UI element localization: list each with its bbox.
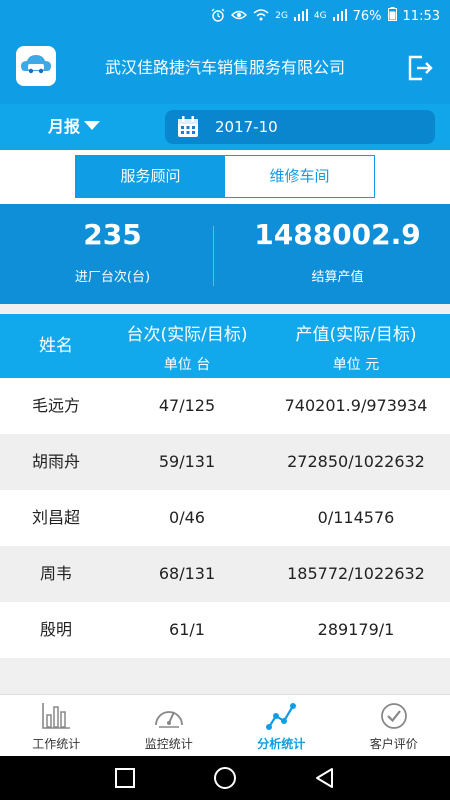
cell-name: 毛远方 <box>31 396 80 415</box>
check-circle-icon <box>380 703 407 729</box>
nav-analysis-stats[interactable]: 分析统计 <box>225 695 338 756</box>
cell-count: 0/46 <box>169 508 205 527</box>
table-header: 姓名 台次(实际/目标) 单位 台 产值(实际/目标) 单位 元 <box>0 314 450 378</box>
back-triangle-icon[interactable] <box>313 766 337 790</box>
entries-label: 进厂台次(台) <box>74 270 151 285</box>
cell-count: 61/1 <box>169 620 205 639</box>
period-selector[interactable]: 月报 <box>48 104 101 150</box>
logout-button[interactable] <box>406 54 434 82</box>
cell-name: 刘昌超 <box>31 508 80 527</box>
date-value: 2017-10 <box>215 118 278 136</box>
table-row[interactable]: 周韦 68/131 185772/1022632 <box>0 546 450 602</box>
nav-monitor-stats[interactable]: 监控统计 <box>113 695 226 756</box>
filter-bar: 月报 2017-10 <box>0 104 450 150</box>
alarm-icon <box>211 8 225 25</box>
network-type-1: 2G <box>275 11 288 21</box>
cell-name: 殷明 <box>39 620 72 639</box>
header-value: 产值(实际/目标) <box>295 325 417 345</box>
caret-down-icon <box>84 121 101 130</box>
gauge-icon <box>154 711 183 728</box>
cell-value: 272850/1022632 <box>287 452 425 471</box>
wifi-icon <box>253 8 269 24</box>
table-row[interactable]: 毛远方 47/125 740201.9/973934 <box>0 378 450 434</box>
app-bar: 武汉佳路捷汽车销售服务有限公司 <box>0 32 450 104</box>
bottom-nav: 工作统计 监控统计 分析统计 客户评价 <box>0 694 450 756</box>
table-row[interactable]: 殷明 61/1 289179/1 <box>0 602 450 658</box>
nav-label: 分析统计 <box>257 737 306 751</box>
home-circle-icon[interactable] <box>213 766 237 790</box>
calendar-icon <box>178 116 198 137</box>
summary-panel: 235 进厂台次(台) 1488002.9 结算产值 <box>0 204 450 304</box>
nav-label: 客户评价 <box>369 737 418 751</box>
cell-value: 185772/1022632 <box>287 564 425 583</box>
cell-value: 740201.9/973934 <box>284 396 428 415</box>
cell-value: 0/114576 <box>317 508 395 527</box>
nav-work-stats[interactable]: 工作统计 <box>0 695 113 756</box>
eye-icon <box>231 9 248 24</box>
cell-name: 周韦 <box>39 564 72 583</box>
network-type-2: 4G <box>313 11 327 21</box>
settlement-summary: 1488002.9 结算产值 <box>225 204 450 304</box>
table-body: 毛远方 47/125 740201.9/973934 胡雨舟 59/131 27… <box>0 378 450 694</box>
header-name: 姓名 <box>39 336 73 356</box>
settlement-value: 1488002.9 <box>254 218 421 251</box>
cell-count: 47/125 <box>158 396 216 415</box>
date-picker[interactable]: 2017-10 <box>165 110 435 144</box>
battery-percent: 76% <box>352 8 382 24</box>
segment-tabs: 服务顾问 维修车间 <box>75 155 375 198</box>
nav-customer-review[interactable]: 客户评价 <box>338 695 450 756</box>
period-label: 月报 <box>48 117 81 136</box>
trend-line-icon <box>266 703 297 730</box>
nav-label: 工作统计 <box>32 737 81 751</box>
header-value-unit: 单位 元 <box>332 357 380 373</box>
clock: 11:53 <box>402 8 440 24</box>
bar-chart-icon <box>42 703 71 729</box>
cell-count: 59/131 <box>158 452 216 471</box>
nav-label: 监控统计 <box>144 737 193 751</box>
logout-icon <box>408 55 433 81</box>
signal-icon-2 <box>332 8 347 24</box>
header-count: 台次(实际/目标) <box>126 325 248 345</box>
recents-square-icon[interactable] <box>113 766 137 790</box>
table-row[interactable]: 胡雨舟 59/131 272850/1022632 <box>0 434 450 490</box>
settlement-label: 结算产值 <box>311 270 364 285</box>
header-count-unit: 单位 台 <box>163 357 211 373</box>
entries-summary: 235 进厂台次(台) <box>0 204 225 304</box>
signal-icon <box>293 8 308 24</box>
tab-service-advisor[interactable]: 服务顾问 <box>76 156 225 197</box>
cell-name: 胡雨舟 <box>31 452 80 471</box>
status-bar: 2G 4G 76% 11:53 <box>0 0 450 32</box>
entries-count: 235 <box>83 218 142 251</box>
tab-repair-workshop[interactable]: 维修车间 <box>225 156 374 197</box>
system-nav-bar <box>0 756 450 800</box>
battery-icon <box>387 7 397 25</box>
cell-count: 68/131 <box>158 564 216 583</box>
summary-divider <box>213 226 214 286</box>
table-row[interactable]: 刘昌超 0/46 0/114576 <box>0 490 450 546</box>
cell-value: 289179/1 <box>317 620 395 639</box>
segment-area: 服务顾问 维修车间 <box>0 150 450 204</box>
company-title: 武汉佳路捷汽车销售服务有限公司 <box>104 58 345 77</box>
